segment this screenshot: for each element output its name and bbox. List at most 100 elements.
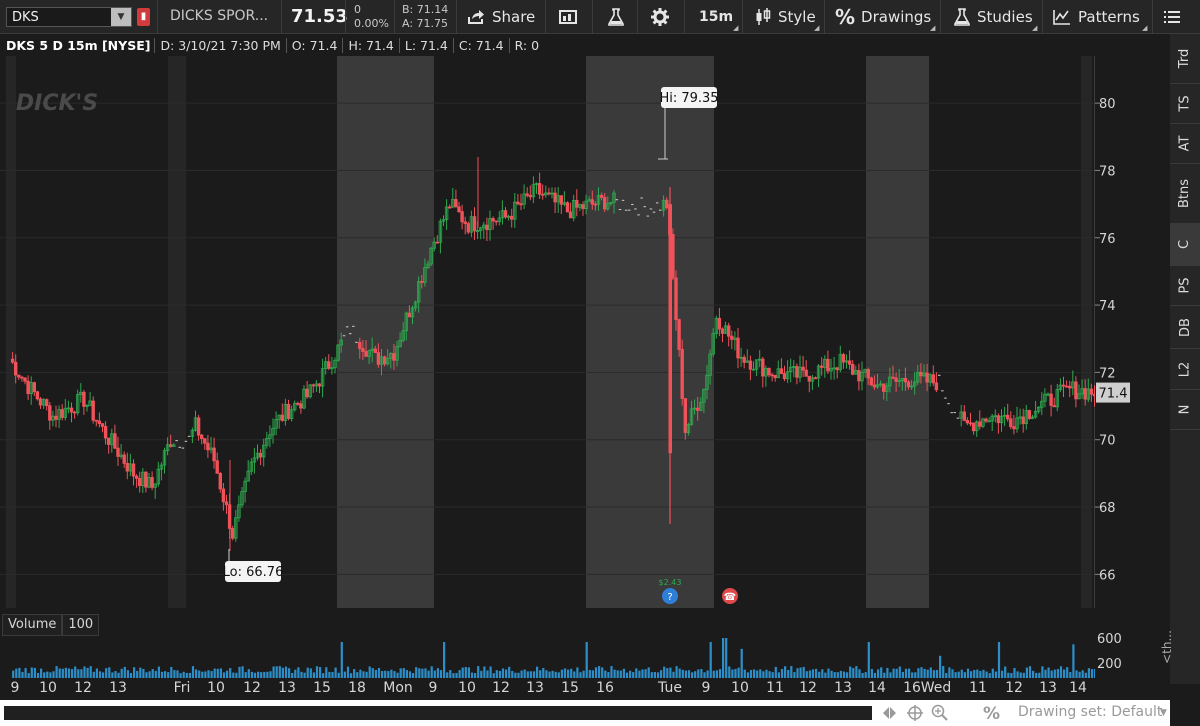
drawing-set-label[interactable]: Drawing set: Default xyxy=(1018,704,1162,720)
time-tick-label: 10 xyxy=(39,680,57,696)
candle-body xyxy=(528,195,532,198)
chevron-down-icon[interactable]: ▼ xyxy=(111,8,131,26)
volume-bar xyxy=(176,670,179,678)
studies-button[interactable]: Studies xyxy=(953,0,1033,34)
candle-body xyxy=(35,391,40,400)
volume-bar xyxy=(170,666,173,678)
share-button[interactable]: Share xyxy=(466,0,535,34)
volume-bar xyxy=(430,666,433,678)
volume-bar xyxy=(61,668,64,678)
sidebar-tab-ts[interactable]: TS xyxy=(1170,84,1200,124)
volume-bar xyxy=(548,671,551,678)
candle-body xyxy=(903,378,908,383)
volume-bar xyxy=(960,669,963,678)
percent-icon[interactable]: % xyxy=(983,704,1000,724)
drawings-button[interactable]: % Drawings xyxy=(835,0,931,34)
sidebar-tab-trd[interactable]: Trd xyxy=(1170,34,1200,84)
patterns-button[interactable]: Patterns xyxy=(1052,0,1140,34)
period-label[interactable]: 15m xyxy=(699,9,733,25)
volume-bar xyxy=(650,672,653,678)
volume-bar xyxy=(793,672,796,678)
volume-bar xyxy=(591,670,594,678)
volume-bar xyxy=(443,642,446,678)
price-tick-label: 76 xyxy=(1099,232,1116,247)
volume-bar xyxy=(780,668,784,678)
candle-body xyxy=(327,361,331,369)
studies-label[interactable]: Studies xyxy=(977,8,1033,26)
chart-app: DKS ▼ ▮ DICKS SPOR... 71.53 0 0.00% B: 7… xyxy=(0,0,1200,726)
period-button[interactable]: 15m xyxy=(699,0,733,34)
time-tick-label: 12 xyxy=(74,680,92,696)
candle-body xyxy=(801,366,805,371)
volume-bar xyxy=(656,672,660,678)
candle-body xyxy=(1083,388,1087,400)
volume-bar xyxy=(232,672,235,678)
style-label[interactable]: Style xyxy=(778,8,816,26)
symbol-value[interactable]: DKS xyxy=(7,10,111,25)
chart-layout-button[interactable] xyxy=(558,0,578,34)
volume-bar xyxy=(399,668,402,678)
volume-bar xyxy=(598,666,601,678)
zoom-controls[interactable] xyxy=(880,704,960,722)
candle-body xyxy=(826,358,830,372)
candle-body xyxy=(804,369,808,377)
gap-candle-body xyxy=(668,204,672,454)
patterns-label[interactable]: Patterns xyxy=(1078,8,1140,26)
candle-body xyxy=(94,419,98,422)
drawings-label[interactable]: Drawings xyxy=(861,8,931,26)
sidebar-tab-n[interactable]: N xyxy=(1170,390,1200,430)
price-tick-label: 70 xyxy=(1099,434,1116,449)
volume-bar xyxy=(836,672,839,678)
volume-bar xyxy=(508,666,511,678)
flask-button[interactable] xyxy=(607,0,625,34)
info-open: O: 71.4 xyxy=(287,37,344,53)
alert-flag-icon[interactable]: ▮ xyxy=(137,8,150,26)
volume-bar xyxy=(663,666,666,678)
sidebar-tab-c[interactable]: C xyxy=(1170,224,1200,266)
candle-body xyxy=(116,447,120,457)
volume-bar xyxy=(222,672,226,678)
share-label[interactable]: Share xyxy=(492,8,535,26)
time-axis: 9 10 12 13 Fri 10 12 13 15 18 Mon 9 10 12 13 15 16 Tue 9 10… xyxy=(0,680,1095,700)
sidebar-tab-at[interactable]: AT xyxy=(1170,124,1200,164)
candle-body xyxy=(72,411,77,414)
volume-bar xyxy=(619,670,622,678)
volume-bar xyxy=(74,666,77,678)
candle-body xyxy=(906,381,911,388)
volume-bar xyxy=(250,671,253,678)
volume-bar xyxy=(371,668,374,678)
volume-bar xyxy=(526,671,529,678)
volume-bar xyxy=(976,669,979,678)
sidebar-tab-db[interactable]: DB xyxy=(1170,306,1200,349)
chevron-down-icon[interactable]: ▼ xyxy=(1160,708,1167,718)
volume-label: Volume xyxy=(2,614,63,636)
menu-button[interactable] xyxy=(1162,0,1182,34)
candle-body xyxy=(32,382,36,393)
candle-body xyxy=(364,351,368,357)
volume-bar xyxy=(877,669,880,678)
volume-bar xyxy=(408,671,412,678)
symbol-selector[interactable]: DKS ▼ xyxy=(6,7,132,27)
last-price: 71.53 xyxy=(291,6,348,27)
candle xyxy=(869,376,873,386)
candle-body xyxy=(382,356,387,365)
volume-bar xyxy=(294,669,297,678)
volume-bar xyxy=(1001,670,1004,678)
volume-bar xyxy=(759,669,762,678)
candle-body xyxy=(1064,385,1069,388)
info-high: H: 71.4 xyxy=(343,37,400,53)
collapse-handle[interactable]: <th... xyxy=(1160,630,1174,664)
sidebar-tab-btns[interactable]: Btns xyxy=(1170,164,1200,224)
sidebar-tab-ps[interactable]: PS xyxy=(1170,266,1200,306)
price-tick-label: 72 xyxy=(1099,366,1116,381)
volume-bar xyxy=(263,671,266,678)
volume-bar xyxy=(424,668,427,678)
style-button[interactable]: Style xyxy=(754,0,816,34)
price-chart[interactable]: DICK'S Hi: 79.35 Lo: 66.76 $2.43? ☎ xyxy=(0,56,1095,608)
sidebar-tab-label: DB xyxy=(1177,317,1193,337)
settings-button[interactable] xyxy=(650,0,670,34)
horizontal-scrollbar[interactable] xyxy=(4,706,872,720)
volume-bar xyxy=(139,667,142,678)
sidebar-tab-l2[interactable]: L2 xyxy=(1170,349,1200,390)
volume-bar xyxy=(511,670,514,678)
